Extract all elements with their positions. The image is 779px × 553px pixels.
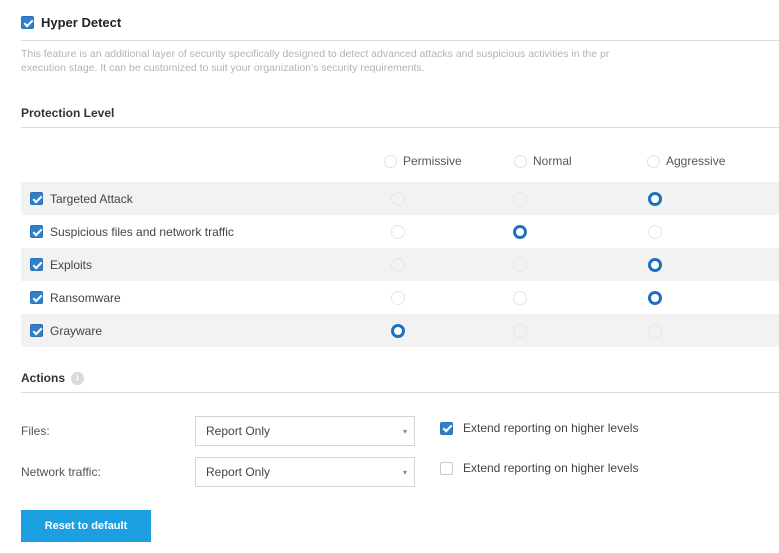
protection-row-checkbox[interactable] xyxy=(30,291,43,304)
radio-permissive[interactable] xyxy=(391,257,405,272)
network-extend-checkbox[interactable] xyxy=(440,461,453,475)
radio-permissive[interactable] xyxy=(391,191,405,206)
files-extend-reporting[interactable]: Extend reporting on higher levels xyxy=(440,421,638,435)
protection-level-title: Protection Level xyxy=(21,106,114,120)
protection-row: Grayware xyxy=(21,314,779,347)
column-permissive[interactable]: Permissive xyxy=(384,154,462,168)
feature-description: This feature is an additional layer of s… xyxy=(21,47,779,75)
protection-row-checkbox[interactable] xyxy=(30,225,43,238)
actions-divider xyxy=(21,392,779,393)
column-normal-label: Normal xyxy=(533,154,572,168)
files-select[interactable]: Report Only ▾ xyxy=(195,416,415,446)
protection-row: Ransomware xyxy=(21,281,779,314)
network-traffic-label: Network traffic: xyxy=(21,465,101,479)
protection-row-label: Grayware xyxy=(50,323,103,338)
chevron-down-icon: ▾ xyxy=(402,427,407,436)
protection-divider xyxy=(21,127,779,128)
files-select-value: Report Only xyxy=(206,424,271,438)
protection-row-label-group[interactable]: Ransomware xyxy=(30,291,121,305)
radio-aggressive[interactable] xyxy=(648,257,662,272)
description-line-1: This feature is an additional layer of s… xyxy=(21,48,610,60)
column-normal[interactable]: Normal xyxy=(514,154,572,168)
protection-row: Exploits xyxy=(21,248,779,281)
radio-permissive[interactable] xyxy=(391,290,405,305)
info-icon[interactable]: i xyxy=(71,371,85,385)
protection-row-label: Targeted Attack xyxy=(50,191,133,206)
hyper-detect-checkbox[interactable] xyxy=(21,16,34,29)
protection-row-label-group[interactable]: Grayware xyxy=(30,324,102,338)
aggressive-column-radio-icon xyxy=(647,154,660,168)
column-aggressive-label: Aggressive xyxy=(666,154,726,168)
radio-aggressive[interactable] xyxy=(648,191,662,206)
hyper-detect-header: Hyper Detect xyxy=(21,15,121,30)
radio-aggressive[interactable] xyxy=(648,290,662,305)
actions-title: Actions i xyxy=(21,371,85,385)
protection-row-checkbox[interactable] xyxy=(30,258,43,271)
description-line-2: execution stage. It can be customized to… xyxy=(21,62,425,74)
radio-normal[interactable] xyxy=(513,191,527,206)
reset-to-default-button[interactable]: Reset to default xyxy=(21,510,151,542)
network-extend-reporting[interactable]: Extend reporting on higher levels xyxy=(440,461,638,475)
radio-aggressive[interactable] xyxy=(648,323,662,338)
column-aggressive[interactable]: Aggressive xyxy=(647,154,725,168)
protection-row: Targeted Attack xyxy=(21,182,779,215)
protection-row-checkbox[interactable] xyxy=(30,192,43,205)
radio-normal[interactable] xyxy=(513,224,527,239)
protection-row-label-group[interactable]: Targeted Attack xyxy=(30,192,133,206)
chevron-down-icon: ▾ xyxy=(402,468,407,477)
protection-row-label: Suspicious files and network traffic xyxy=(50,224,234,239)
radio-permissive[interactable] xyxy=(391,224,405,239)
permissive-column-radio-icon xyxy=(384,154,397,168)
actions-label: Actions xyxy=(21,371,66,385)
protection-row-label-group[interactable]: Exploits xyxy=(30,258,92,272)
normal-column-radio-icon xyxy=(514,154,527,168)
protection-row-label: Ransomware xyxy=(50,290,121,305)
network-extend-label: Extend reporting on higher levels xyxy=(463,461,639,475)
files-extend-label: Extend reporting on higher levels xyxy=(463,421,639,435)
protection-row-label-group[interactable]: Suspicious files and network traffic xyxy=(30,225,234,239)
radio-aggressive[interactable] xyxy=(648,224,662,239)
files-label: Files: xyxy=(21,424,50,438)
header-divider xyxy=(21,40,779,41)
protection-row: Suspicious files and network traffic xyxy=(21,215,779,248)
radio-normal[interactable] xyxy=(513,257,527,272)
radio-normal[interactable] xyxy=(513,290,527,305)
protection-row-checkbox[interactable] xyxy=(30,324,43,337)
column-permissive-label: Permissive xyxy=(403,154,462,168)
protection-level-label: Protection Level xyxy=(21,106,115,120)
hyper-detect-title: Hyper Detect xyxy=(41,15,122,30)
protection-row-label: Exploits xyxy=(50,257,93,272)
files-extend-checkbox[interactable] xyxy=(440,421,453,435)
radio-permissive[interactable] xyxy=(391,323,405,338)
network-select-value: Report Only xyxy=(206,465,271,479)
radio-normal[interactable] xyxy=(513,323,527,338)
network-traffic-select[interactable]: Report Only ▾ xyxy=(195,457,415,487)
